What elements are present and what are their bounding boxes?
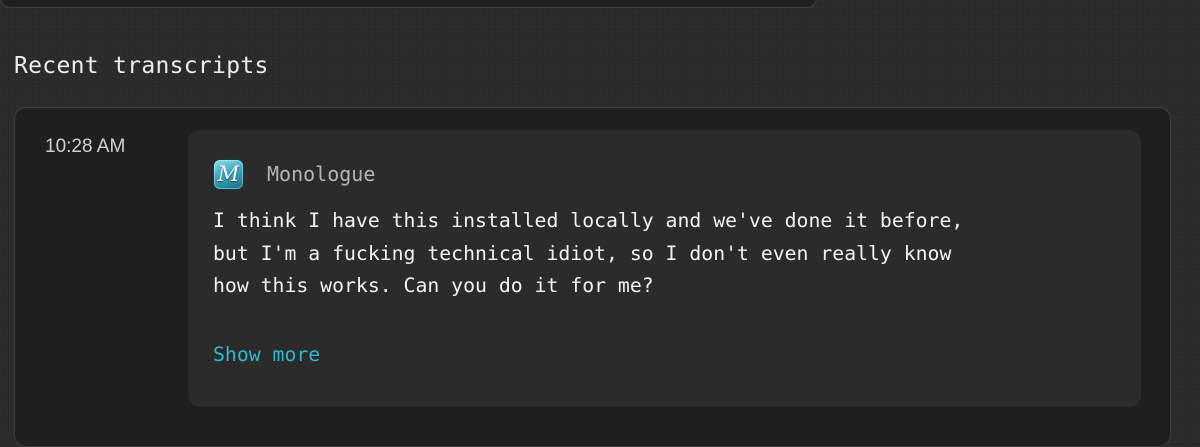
app-name: Monologue [267,162,376,186]
app-source: M Monologue [214,159,375,189]
transcript-list: 10:28 AM M Monologue I think I have this… [14,107,1171,447]
show-more-link[interactable]: Show more [213,340,320,370]
transcript-text: I think I have this installed locally an… [213,205,1128,303]
transcript-card[interactable]: M Monologue I think I have this installe… [188,130,1141,407]
transcript-line: I think I have this installed locally an… [213,209,964,232]
monologue-app-icon: M [214,159,243,189]
transcript-line: but I'm a fucking technical idiot, so I … [213,241,952,265]
transcript-time: 10:28 AM [45,136,126,157]
transcript-line: how this works. Can you do it for me? [213,274,654,297]
app-icon-letter: M [217,161,240,186]
previous-card [0,0,817,8]
section-title: Recent transcripts [14,53,269,79]
